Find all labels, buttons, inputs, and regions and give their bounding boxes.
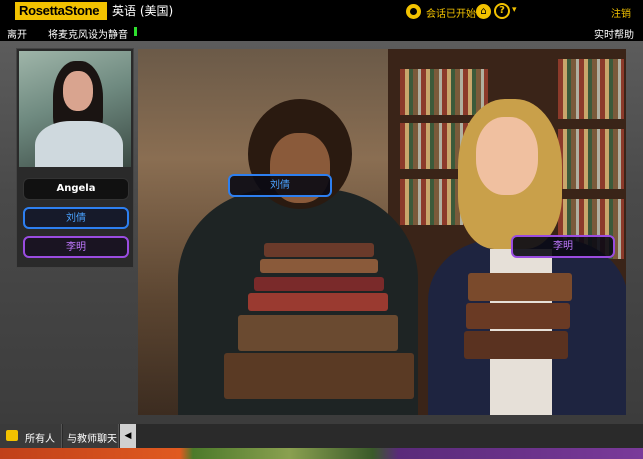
scene-tag-liu-qian[interactable]: 刘倩 bbox=[228, 174, 332, 197]
mute-microphone-button[interactable]: 将麦克风设为静音 bbox=[48, 26, 128, 41]
logout-button[interactable]: 注销 bbox=[611, 5, 631, 20]
help-icon[interactable]: ? bbox=[494, 3, 510, 19]
tab-everyone-label: 所有人 bbox=[25, 434, 55, 445]
session-controls-bar: 离开 将麦克风设为静音 实时帮助 bbox=[0, 24, 643, 41]
tab-teacher-chat-label: 与教师聊天 bbox=[67, 434, 117, 445]
session-status-icon bbox=[406, 4, 421, 19]
realtime-help-button[interactable]: 实时帮助 bbox=[594, 26, 634, 41]
chat-tabs: 所有人 与教师聊天 ◀ bbox=[0, 424, 643, 448]
participants-panel: Angela 刘倩 李明 bbox=[16, 48, 134, 268]
session-status: 会话已开始 bbox=[426, 9, 476, 20]
lesson-image bbox=[138, 49, 626, 415]
collapse-arrow-icon[interactable]: ◀ bbox=[120, 424, 136, 448]
tab-everyone[interactable]: 所有人 bbox=[0, 424, 62, 448]
participant-angela[interactable]: Angela bbox=[23, 178, 129, 200]
mic-level-indicator bbox=[134, 27, 137, 36]
group-icon bbox=[6, 430, 18, 441]
tab-teacher-chat[interactable]: 与教师聊天 bbox=[63, 424, 119, 448]
tutor-video bbox=[19, 51, 131, 167]
decorative-strip bbox=[0, 448, 643, 459]
chevron-down-icon[interactable]: ▾ bbox=[512, 5, 517, 15]
course-language: 英语 (美国) bbox=[112, 4, 174, 18]
home-icon[interactable]: ⌂ bbox=[476, 4, 491, 19]
participant-li-ming[interactable]: 李明 bbox=[23, 236, 129, 258]
participant-liu-qian[interactable]: 刘倩 bbox=[23, 207, 129, 229]
top-bar: RosettaStone 英语 (美国) 会话已开始 ⌂ ? ▾ 注销 bbox=[0, 0, 643, 24]
scene-tag-li-ming[interactable]: 李明 bbox=[511, 235, 615, 258]
rosetta-stone-logo: RosettaStone bbox=[15, 2, 107, 20]
leave-button[interactable]: 离开 bbox=[7, 26, 27, 41]
